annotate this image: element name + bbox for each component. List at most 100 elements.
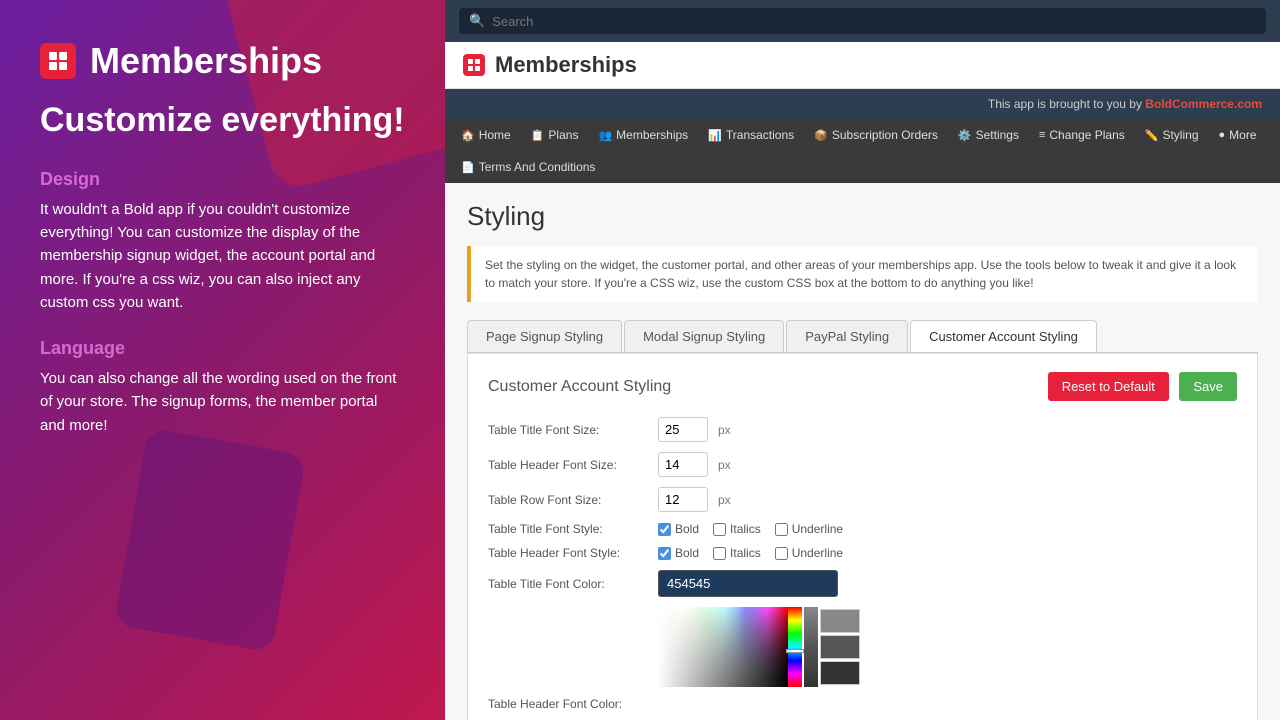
table-header-font-size-row: Table Header Font Size: px <box>488 452 1237 477</box>
bold-checkbox-header[interactable] <box>658 547 671 560</box>
color-picker[interactable] <box>658 607 1237 687</box>
bold-checkbox-label-header[interactable]: Bold <box>658 546 699 560</box>
form-actions: Reset to Default Save <box>1048 372 1237 401</box>
nav-label-plans: Plans <box>548 128 578 142</box>
promo-bar: This app is brought to you by BoldCommer… <box>445 89 1280 119</box>
tagline: Customize everything! <box>40 100 405 141</box>
table-title-font-color-row: Table Title Font Color: <box>488 570 1237 597</box>
table-title-font-color-input[interactable] <box>658 570 838 597</box>
settings-icon: ⚙️ <box>958 129 972 142</box>
nav-item-more[interactable]: ● More <box>1209 119 1267 151</box>
color-swatches <box>818 607 862 687</box>
swatch-2[interactable] <box>820 635 860 659</box>
table-row-px-unit: px <box>718 493 731 507</box>
underline-checkbox-header[interactable] <box>775 547 788 560</box>
left-panel: Memberships Customize everything! Design… <box>0 0 445 720</box>
search-icon: 🔍 <box>469 13 485 29</box>
nav-label-transactions: Transactions <box>726 128 794 142</box>
nav-item-plans[interactable]: 📋 Plans <box>521 119 589 151</box>
terms-icon: 📄 <box>461 161 475 174</box>
nav-item-settings[interactable]: ⚙️ Settings <box>948 119 1029 151</box>
design-heading: Design <box>40 169 405 190</box>
memberships-icon: 👥 <box>598 129 612 142</box>
nav-item-home[interactable]: 🏠 Home <box>451 119 521 151</box>
bold-checkbox-title[interactable] <box>658 523 671 536</box>
logo-icon <box>40 43 76 79</box>
hue-handle[interactable] <box>786 649 804 653</box>
tab-paypal[interactable]: PayPal Styling <box>786 320 908 352</box>
nav-item-subscriptions[interactable]: 📦 Subscription Orders <box>804 119 948 151</box>
tabs-row: Page Signup Styling Modal Signup Styling… <box>467 320 1258 353</box>
table-header-px-unit: px <box>718 458 731 472</box>
table-title-font-color-label: Table Title Font Color: <box>488 577 648 591</box>
save-button[interactable]: Save <box>1179 372 1237 401</box>
table-header-font-style-group: Bold Italics Underline <box>658 546 843 560</box>
promo-text: This app is brought to you by <box>988 97 1145 111</box>
nav-label-memberships: Memberships <box>616 128 688 142</box>
form-card-header: Customer Account Styling Reset to Defaul… <box>488 372 1237 401</box>
underline-checkbox-label-title[interactable]: Underline <box>775 522 843 536</box>
transactions-icon: 📊 <box>708 129 722 142</box>
nav-item-memberships[interactable]: 👥 Memberships <box>588 119 698 151</box>
nav-item-transactions[interactable]: 📊 Transactions <box>698 119 804 151</box>
table-title-font-size-label: Table Title Font Size: <box>488 423 648 437</box>
page-title: Styling <box>467 201 1258 232</box>
nav-item-styling[interactable]: ✏️ Styling <box>1135 119 1209 151</box>
table-title-font-style-row: Table Title Font Style: Bold Italics Und… <box>488 522 1237 536</box>
nav-label-styling: Styling <box>1162 128 1198 142</box>
right-panel: 🔍 Memberships This app is brought to you… <box>445 0 1280 720</box>
table-header-font-size-input[interactable] <box>658 452 708 477</box>
bold-checkbox-label-title[interactable]: Bold <box>658 522 699 536</box>
opacity-bar[interactable] <box>804 607 818 687</box>
search-bar: 🔍 <box>445 0 1280 42</box>
main-content: Styling Set the styling on the widget, t… <box>445 183 1280 720</box>
underline-checkbox-label-header[interactable]: Underline <box>775 546 843 560</box>
language-heading: Language <box>40 338 405 359</box>
nav-bar: 🏠 Home 📋 Plans 👥 Memberships 📊 Transacti… <box>445 119 1280 183</box>
nav-label-terms: Terms And Conditions <box>479 160 596 174</box>
reset-button[interactable]: Reset to Default <box>1048 372 1169 401</box>
italic-checkbox-title[interactable] <box>713 523 726 536</box>
info-box: Set the styling on the widget, the custo… <box>467 246 1258 302</box>
form-card: Customer Account Styling Reset to Defaul… <box>467 353 1258 720</box>
design-text: It wouldn't a Bold app if you couldn't c… <box>40 198 405 314</box>
table-header-font-style-label: Table Header Font Style: <box>488 546 648 560</box>
color-gradient[interactable] <box>658 607 788 687</box>
nav-item-terms[interactable]: 📄 Terms And Conditions <box>451 151 605 183</box>
nav-label-changeplans: Change Plans <box>1049 128 1124 142</box>
italic-checkbox-label-title[interactable]: Italics <box>713 522 761 536</box>
table-header-font-color-row: Table Header Font Color: <box>488 697 1237 711</box>
plans-icon: 📋 <box>531 129 545 142</box>
more-icon: ● <box>1219 129 1226 141</box>
swatch-1[interactable] <box>820 609 860 633</box>
changeplans-icon: ≡ <box>1039 129 1045 141</box>
table-title-font-style-label: Table Title Font Style: <box>488 522 648 536</box>
styling-icon: ✏️ <box>1145 129 1159 142</box>
swatch-3[interactable] <box>820 661 860 685</box>
nav-label-home: Home <box>479 128 511 142</box>
table-header-font-size-label: Table Header Font Size: <box>488 458 648 472</box>
table-row-font-size-input[interactable] <box>658 487 708 512</box>
tab-page-signup[interactable]: Page Signup Styling <box>467 320 622 352</box>
promo-link[interactable]: BoldCommerce.com <box>1145 97 1262 111</box>
tab-customer-account[interactable]: Customer Account Styling <box>910 320 1097 352</box>
tab-modal-signup[interactable]: Modal Signup Styling <box>624 320 784 352</box>
app-header-icon <box>463 54 485 76</box>
italic-checkbox-label-header[interactable]: Italics <box>713 546 761 560</box>
search-input[interactable] <box>492 14 1256 29</box>
subscriptions-icon: 📦 <box>814 129 828 142</box>
home-icon: 🏠 <box>461 129 475 142</box>
nav-label-more: More <box>1229 128 1256 142</box>
hue-bar[interactable] <box>788 607 802 687</box>
table-title-font-size-row: Table Title Font Size: px <box>488 417 1237 442</box>
table-row-font-size-row: Table Row Font Size: px <box>488 487 1237 512</box>
search-input-wrap[interactable]: 🔍 <box>459 8 1266 34</box>
language-text: You can also change all the wording used… <box>40 367 405 437</box>
nav-item-changeplans[interactable]: ≡ Change Plans <box>1029 119 1135 151</box>
italic-checkbox-header[interactable] <box>713 547 726 560</box>
table-title-font-size-input[interactable] <box>658 417 708 442</box>
nav-label-subscriptions: Subscription Orders <box>832 128 938 142</box>
table-header-font-style-row: Table Header Font Style: Bold Italics Un… <box>488 546 1237 560</box>
underline-checkbox-title[interactable] <box>775 523 788 536</box>
table-title-px-unit: px <box>718 423 731 437</box>
